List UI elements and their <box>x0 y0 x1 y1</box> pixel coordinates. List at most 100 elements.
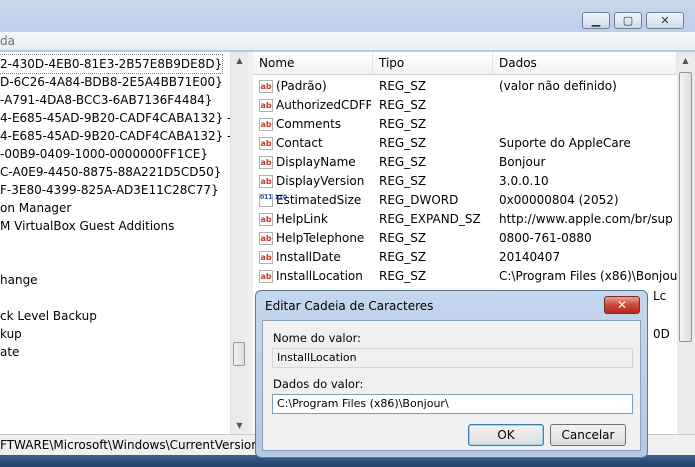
list-row[interactable]: ab Comments REG_SZ <box>253 115 677 134</box>
string-icon: ab <box>259 156 273 169</box>
value-name: InstallDate <box>276 250 341 264</box>
menu-bar: da <box>0 32 695 51</box>
value-type: REG_SZ <box>379 117 427 131</box>
column-header-type[interactable]: Tipo <box>373 52 493 74</box>
string-icon: ab <box>259 232 273 245</box>
value-data-input[interactable]: C:\Program Files (x86)\Bonjour\ <box>272 394 633 414</box>
list-fragment: Lc <box>653 289 667 303</box>
string-icon: ab <box>259 270 273 283</box>
value-type: REG_SZ <box>379 136 427 150</box>
dialog-body: Nome do valor: InstallLocation Dados do … <box>262 320 641 451</box>
scroll-up-icon[interactable]: ▲ <box>231 52 248 69</box>
tree-node[interactable]: 4-E685-45AD-9B20-CADF4CABA132} - 1033 <box>0 109 266 127</box>
scroll-down-icon[interactable]: ▼ <box>231 417 248 434</box>
tree-node[interactable]: kup <box>0 325 22 343</box>
value-type: REG_SZ <box>379 98 427 112</box>
value-data: (valor não definido) <box>499 79 617 93</box>
value-type: REG_SZ <box>379 174 427 188</box>
value-data: 3.0.0.10 <box>499 174 549 188</box>
close-icon: ✕ <box>660 14 670 27</box>
tree-node[interactable]: -00B9-0409-1000-0000000FF1CE} <box>0 145 208 163</box>
value-name: DisplayName <box>276 155 356 169</box>
string-icon: ab <box>259 213 273 226</box>
list-header: Nome Tipo Dados <box>253 52 677 75</box>
edit-string-dialog: Editar Cadeia de Caracteres ✕ Nome do va… <box>255 290 648 458</box>
string-icon: ab <box>259 118 273 131</box>
close-button[interactable]: ✕ <box>646 12 684 29</box>
list-row[interactable]: abAuthorizedCDFP... REG_SZ <box>253 96 677 115</box>
string-icon: ab <box>259 175 273 188</box>
cancel-button[interactable]: Cancelar <box>550 424 626 446</box>
string-icon: ab <box>259 80 273 93</box>
value-type: REG_SZ <box>379 269 427 283</box>
list-row[interactable]: 011 110 EstimatedSize REG_DWORD 0x00000804 … <box>253 191 677 210</box>
maximize-button[interactable]: ▢ <box>614 12 642 29</box>
value-data: C:\Program Files (x86)\Bonjour <box>499 269 677 283</box>
string-icon: ab <box>259 137 273 150</box>
value-name-field: InstallLocation <box>272 348 633 368</box>
tree-node[interactable]: ate <box>0 343 19 361</box>
status-path: FTWARE\Microsoft\Windows\CurrentVersion\… <box>0 438 280 452</box>
value-type: REG_SZ <box>379 250 427 264</box>
value-name: HelpLink <box>276 212 328 226</box>
tree-node[interactable]: 4-E685-45AD-9B20-CADF4CABA132} - 1046 <box>0 127 266 145</box>
tree-scrollbar[interactable]: ▲ ▼ <box>230 52 248 434</box>
value-type: REG_SZ <box>379 79 427 93</box>
tree-node[interactable]: M VirtualBox Guest Additions <box>0 217 174 235</box>
list-row[interactable]: ab InstallLocation REG_SZ C:\Program Files … <box>253 267 677 286</box>
column-header-data[interactable]: Dados <box>493 52 677 74</box>
tree-node[interactable]: hange <box>0 271 38 289</box>
scroll-up-icon[interactable]: ▲ <box>677 52 694 69</box>
value-name: AuthorizedCDFP... <box>276 98 371 112</box>
value-name: DisplayVersion <box>276 174 365 188</box>
value-name: Comments <box>276 117 342 131</box>
maximize-icon: ▢ <box>622 14 634 27</box>
tree-node[interactable]: 2-430D-4EB0-81E3-2B57E8B9DE8D} <box>0 54 224 74</box>
value-name: InstallLocation <box>276 269 363 283</box>
tree-scroll-thumb[interactable] <box>233 342 245 366</box>
list-row[interactable]: ab HelpLink REG_EXPAND_SZ http://www.apple.… <box>253 210 677 229</box>
string-icon: ab <box>259 251 273 264</box>
list-row[interactable]: ab HelpTelephone REG_SZ 0800-761-0880 <box>253 229 677 248</box>
list-scrollbar[interactable]: ▲ <box>677 52 695 434</box>
dialog-title: Editar Cadeia de Caracteres <box>265 299 434 313</box>
tree-node[interactable]: ck Level Backup <box>0 307 97 325</box>
value-name: (Padrão) <box>276 79 327 93</box>
tree-node[interactable]: on Manager <box>0 199 71 217</box>
value-name: HelpTelephone <box>276 231 365 245</box>
ok-button[interactable]: OK <box>468 424 544 446</box>
value-data: http://www.apple.com/br/sup <box>499 212 673 226</box>
tree-node[interactable]: D-6C26-4A84-BDB8-2E5A4BB71E00} <box>0 73 223 91</box>
list-row[interactable]: ab (Padrão) REG_SZ (valor não definido) <box>253 77 677 96</box>
dialog-close-button[interactable]: ✕ <box>604 296 640 314</box>
tree-node[interactable]: F-3E80-4399-825A-AD3E11C28C77} <box>0 181 219 199</box>
tree-node[interactable]: C-A0E9-4450-8875-88A221D5CD50} <box>0 163 221 181</box>
registry-tree[interactable]: 2-430D-4EB0-81E3-2B57E8B9DE8D} D-6C26-4A8… <box>0 52 266 434</box>
minimize-button[interactable]: ▁ <box>582 12 610 29</box>
value-name-label: Nome do valor: <box>273 331 362 345</box>
list-fragment: 0D <box>653 327 670 341</box>
value-name: Contact <box>276 136 323 150</box>
value-type: REG_DWORD <box>379 193 459 207</box>
list-row[interactable]: ab DisplayName REG_SZ Bonjour <box>253 153 677 172</box>
list-row[interactable]: ab InstallDate REG_SZ 20140407 <box>253 248 677 267</box>
minimize-icon: ▁ <box>591 14 601 27</box>
string-icon: ab <box>259 99 273 112</box>
column-header-name[interactable]: Nome <box>253 52 373 74</box>
tree-node[interactable]: -A791-4DA8-BCC3-6AB7136F4484} <box>0 91 212 109</box>
value-data-label: Dados do valor: <box>273 377 364 391</box>
list-scroll-thumb[interactable] <box>679 72 692 342</box>
value-data: 20140407 <box>499 250 561 264</box>
value-data: 0800-761-0880 <box>499 231 592 245</box>
close-icon: ✕ <box>616 298 628 312</box>
value-data: Suporte do AppleCare <box>499 136 631 150</box>
value-type: REG_EXPAND_SZ <box>379 212 481 226</box>
list-row[interactable]: ab Contact REG_SZ Suporte do AppleCare <box>253 134 677 153</box>
value-type: REG_SZ <box>379 231 427 245</box>
value-type: REG_SZ <box>379 155 427 169</box>
list-row[interactable]: ab DisplayVersion REG_SZ 3.0.0.10 <box>253 172 677 191</box>
menu-item-help[interactable]: da <box>0 34 15 48</box>
value-data: 0x00000804 (2052) <box>499 193 619 207</box>
value-name: EstimatedSize <box>276 193 362 207</box>
value-data: Bonjour <box>499 155 546 169</box>
